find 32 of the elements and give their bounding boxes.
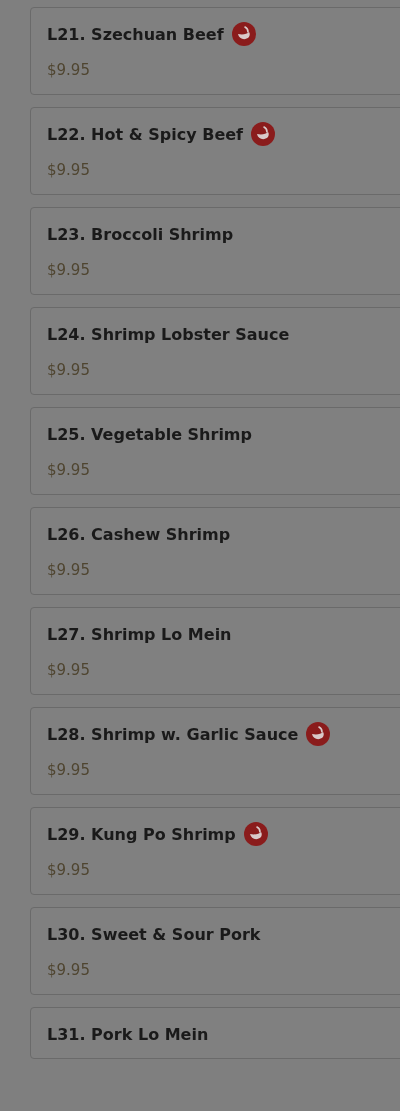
menu-item-card[interactable]: L22. Hot & Spicy Beef $9.95 — [30, 107, 400, 195]
item-name: L26. Cashew Shrimp — [47, 524, 231, 544]
item-name: L30. Sweet & Sour Pork — [47, 924, 261, 944]
menu-item-card[interactable]: L25. Vegetable Shrimp $9.95 — [30, 407, 400, 495]
item-name: L21. Szechuan Beef — [47, 24, 224, 44]
item-price: $9.95 — [47, 860, 91, 881]
item-price: $9.95 — [47, 560, 91, 581]
item-name: L25. Vegetable Shrimp — [47, 424, 252, 444]
item-name: L27. Shrimp Lo Mein — [47, 624, 232, 644]
item-price: $9.95 — [47, 60, 91, 81]
menu-item-card[interactable]: L29. Kung Po Shrimp $9.95 — [30, 807, 400, 895]
item-price: $9.95 — [47, 360, 91, 381]
item-name: L29. Kung Po Shrimp — [47, 824, 236, 844]
item-price: $9.95 — [47, 160, 91, 181]
item-price: $9.95 — [47, 460, 91, 481]
item-price: $9.95 — [47, 660, 91, 681]
item-price: $9.95 — [47, 260, 91, 281]
item-name: L22. Hot & Spicy Beef — [47, 124, 244, 144]
menu-item-card[interactable]: L27. Shrimp Lo Mein $9.95 — [30, 607, 400, 695]
menu-item-card[interactable]: L31. Pork Lo Mein — [30, 1007, 400, 1059]
item-price: $9.95 — [47, 760, 91, 781]
menu-item-card[interactable]: L23. Broccoli Shrimp $9.95 — [30, 207, 400, 295]
menu-item-card[interactable]: L21. Szechuan Beef $9.95 — [30, 7, 400, 95]
item-name: L23. Broccoli Shrimp — [47, 224, 234, 244]
menu-item-card[interactable]: L26. Cashew Shrimp $9.95 — [30, 507, 400, 595]
item-price: $9.95 — [47, 960, 91, 981]
menu-item-card[interactable]: L28. Shrimp w. Garlic Sauce $9.95 — [30, 707, 400, 795]
item-name: L31. Pork Lo Mein — [47, 1024, 209, 1044]
item-name: L24. Shrimp Lobster Sauce — [47, 324, 290, 344]
menu-item-card[interactable]: L30. Sweet & Sour Pork $9.95 — [30, 907, 400, 995]
menu-item-card[interactable]: L24. Shrimp Lobster Sauce $9.95 — [30, 307, 400, 395]
item-name: L28. Shrimp w. Garlic Sauce — [47, 724, 299, 744]
